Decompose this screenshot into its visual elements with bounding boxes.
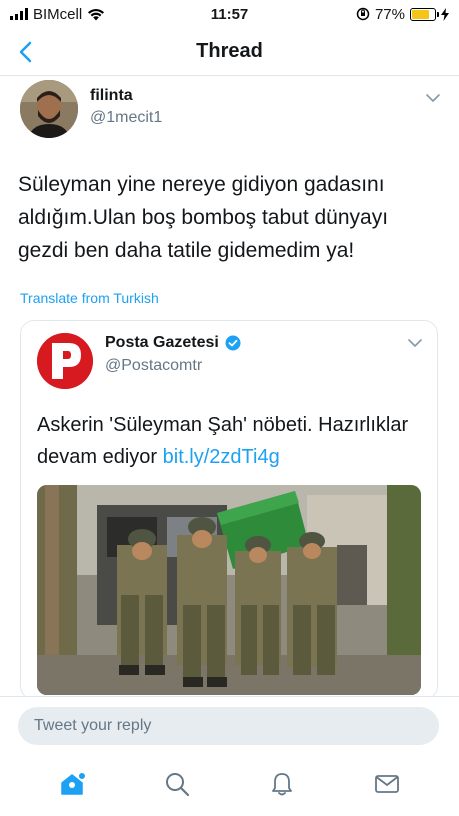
author-name: filinta — [90, 87, 133, 104]
author-block[interactable]: filinta @1mecit1 — [90, 86, 162, 128]
quoted-author-name: Posta Gazetesi — [105, 334, 219, 351]
posta-logo-mark — [37, 333, 93, 389]
tweet[interactable]: filinta @1mecit1 Süleyman yine nereye gi… — [0, 80, 459, 700]
reply-bar — [0, 696, 459, 752]
author-handle: @1mecit1 — [90, 109, 163, 126]
posta-logo[interactable] — [37, 333, 93, 389]
tweet-header: filinta @1mecit1 — [0, 80, 459, 142]
battery-icon — [410, 7, 439, 21]
avatar-photo — [20, 80, 78, 138]
quoted-menu-button[interactable] — [407, 335, 423, 353]
tab-notifications[interactable] — [258, 760, 306, 808]
quoted-name-row: Posta Gazetesi — [105, 333, 241, 353]
tab-bar — [0, 752, 459, 816]
charging-bolt-icon — [441, 7, 449, 21]
tab-home[interactable] — [48, 760, 96, 808]
chevron-down-icon — [426, 94, 440, 102]
verified-badge-icon — [225, 335, 241, 351]
back-button[interactable] — [10, 36, 42, 68]
quoted-tweet-card[interactable]: Posta Gazetesi @Postacomtr Askerin 'Süle… — [20, 320, 438, 700]
quoted-tweet-photo[interactable] — [37, 485, 421, 695]
status-bar: BIMcell 11:57 77% — [0, 0, 459, 28]
tweet-menu-button[interactable] — [425, 90, 441, 108]
wifi-icon — [88, 8, 105, 20]
reply-input[interactable] — [18, 707, 439, 745]
bell-icon — [271, 773, 292, 796]
quoted-author-block[interactable]: Posta Gazetesi @Postacomtr — [105, 333, 241, 376]
quoted-tweet-text: Askerin 'Süleyman Şah' nöbeti. Hazırlıkl… — [37, 409, 427, 473]
tab-search[interactable] — [153, 760, 201, 808]
chevron-left-icon — [19, 41, 32, 63]
battery-percent: 77% — [374, 5, 405, 23]
translate-link[interactable]: Translate from Turkish — [20, 290, 159, 306]
battery-fill — [412, 9, 429, 19]
search-icon — [166, 773, 190, 797]
carrier-name: BIMcell — [33, 5, 83, 23]
tweet-text: Süleyman yine nereye gidiyon gadasını al… — [18, 173, 389, 262]
page-title: Thread — [196, 40, 263, 62]
status-left: BIMcell — [10, 6, 105, 23]
soldiers-photo — [37, 485, 421, 695]
nav-header: Thread — [0, 28, 459, 76]
status-right: 77% — [356, 6, 449, 23]
tab-messages[interactable] — [363, 760, 411, 808]
chevron-down-icon — [408, 339, 422, 347]
mail-icon — [374, 775, 399, 793]
quoted-link[interactable]: bit.ly/2zdTi4g — [163, 446, 280, 468]
orientation-lock-icon — [356, 7, 370, 21]
quoted-author-handle: @Postacomtr — [105, 357, 203, 374]
signal-icon — [10, 8, 28, 20]
avatar[interactable] — [20, 80, 78, 138]
